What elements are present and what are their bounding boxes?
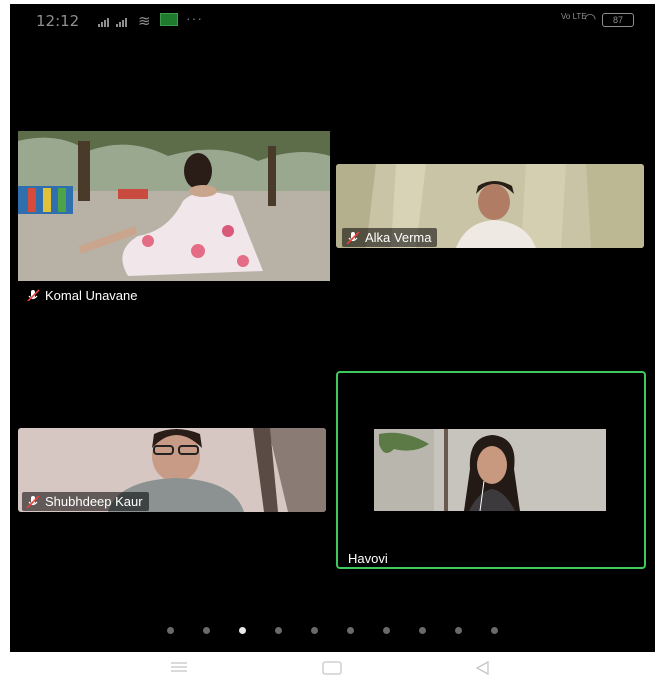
park-scene-video (18, 131, 330, 281)
headset-icon: ◠ (584, 10, 597, 26)
participant-tile-shubhdeep[interactable]: Shubhdeep Kaur (18, 428, 326, 512)
muted-mic-icon (346, 230, 360, 245)
more-notifications-icon: ··· (186, 10, 203, 26)
page-dot[interactable] (311, 627, 318, 634)
participant-video (374, 429, 606, 511)
page-indicator (10, 624, 655, 638)
participant-video (18, 131, 330, 281)
page-dot[interactable] (455, 627, 462, 634)
participant-name: Havovi (348, 551, 388, 566)
participant-name-label: Komal Unavane (26, 288, 138, 301)
page-dot[interactable] (491, 627, 498, 634)
volte-icon: Vo LTE (561, 12, 587, 21)
battery-icon: 87 (602, 13, 634, 27)
page-dot[interactable] (203, 627, 210, 634)
participant-name-label: Havovi (348, 551, 388, 566)
participant-name: Shubhdeep Kaur (45, 494, 143, 509)
meeting-screen: 12:12 ≋ ··· Vo LTE ◠ 87 Komal Unavane Al… (10, 4, 655, 652)
menu-icon[interactable] (170, 662, 188, 672)
page-dot[interactable] (383, 627, 390, 634)
signal-icon (98, 18, 109, 27)
status-time: 12:12 (36, 12, 80, 30)
participant-tile-havovi-active-speaker[interactable]: Havovi (336, 371, 646, 569)
participant-name: Alka Verma (365, 230, 432, 245)
muted-mic-icon (26, 288, 40, 301)
wall-scene-video (374, 429, 606, 511)
signal-icon (116, 18, 127, 27)
back-icon[interactable] (474, 660, 490, 676)
participant-tile-komal[interactable]: Komal Unavane (18, 131, 330, 301)
participant-tile-alka[interactable]: Alka Verma (336, 164, 644, 248)
participant-name-label: Shubhdeep Kaur (22, 492, 149, 511)
home-icon[interactable] (322, 661, 342, 675)
wifi-icon: ≋ (138, 13, 151, 30)
participant-name: Komal Unavane (45, 288, 138, 301)
page-dot[interactable] (275, 627, 282, 634)
page-dot[interactable] (167, 627, 174, 634)
page-dot[interactable] (419, 627, 426, 634)
status-bar: 12:12 ≋ ··· Vo LTE ◠ 87 (10, 4, 655, 36)
page-dot-active[interactable] (239, 627, 246, 634)
participant-name-label: Alka Verma (342, 228, 438, 247)
muted-mic-icon (26, 494, 40, 509)
system-navigation-bar (0, 652, 661, 680)
notification-icon (160, 13, 178, 26)
page-dot[interactable] (347, 627, 354, 634)
